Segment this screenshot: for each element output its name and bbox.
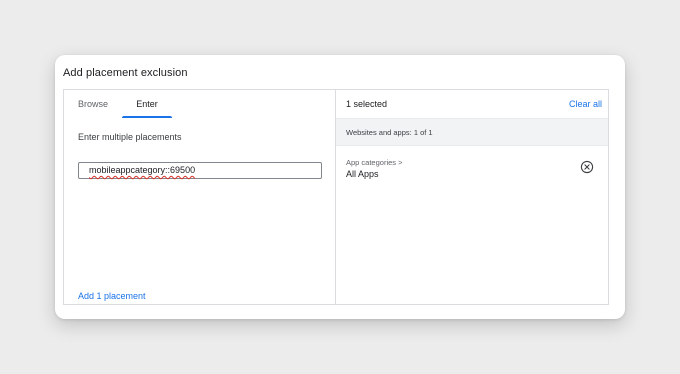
websites-apps-section-header: Websites and apps: 1 of 1: [336, 118, 608, 146]
tab-enter-label: Enter: [136, 99, 158, 109]
left-pane: Browse Enter Enter multiple placements m…: [64, 90, 336, 304]
enter-placements-label: Enter multiple placements: [78, 132, 182, 142]
section-header-label: Websites and apps: 1 of 1: [346, 128, 433, 137]
tab-browse[interactable]: Browse: [64, 90, 122, 118]
selected-item-name: All Apps: [346, 169, 379, 179]
add-placement-exclusion-dialog: Add placement exclusion Browse Enter Ent…: [55, 55, 625, 319]
dialog-title: Add placement exclusion: [63, 67, 188, 79]
tab-bar: Browse Enter: [64, 90, 335, 118]
add-placement-button[interactable]: Add 1 placement: [78, 291, 146, 301]
tab-enter[interactable]: Enter: [122, 90, 172, 118]
selected-item-path: App categories >: [346, 158, 403, 167]
right-pane: 1 selected Clear all Websites and apps: …: [336, 90, 608, 304]
selection-header: 1 selected Clear all: [336, 90, 608, 118]
close-circle-icon: [580, 160, 594, 174]
remove-item-button[interactable]: [580, 160, 594, 174]
clear-all-button[interactable]: Clear all: [569, 99, 602, 109]
placement-panel: Browse Enter Enter multiple placements m…: [63, 89, 609, 305]
selected-count: 1 selected: [346, 99, 388, 109]
placements-input-value: mobileappcategory::69500: [89, 165, 196, 175]
placements-input[interactable]: mobileappcategory::69500: [78, 162, 322, 179]
active-tab-indicator: [122, 116, 172, 118]
